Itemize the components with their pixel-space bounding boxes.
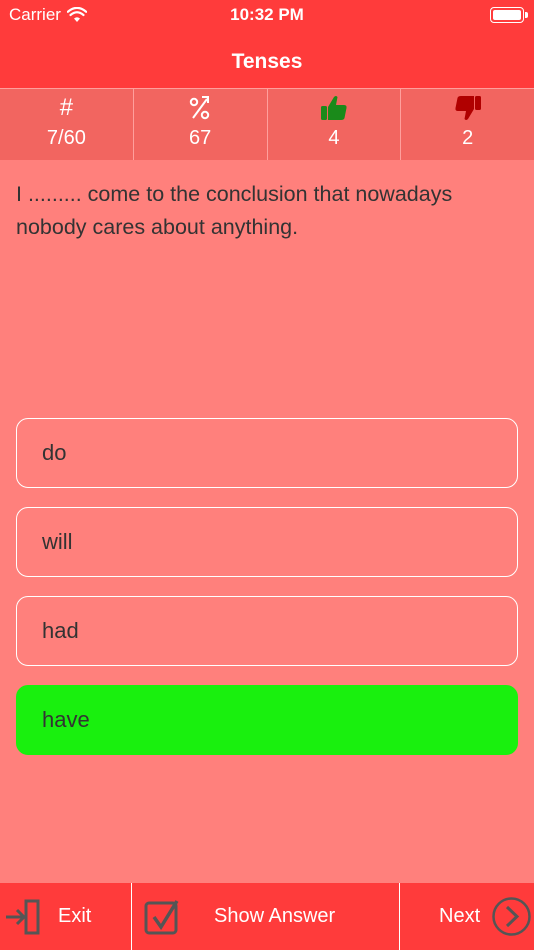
stat-question-count-value: 7/60 bbox=[46, 127, 86, 149]
answer-label: will bbox=[42, 529, 73, 554]
exit-button[interactable]: Exit bbox=[0, 883, 131, 950]
stats-bar: # 7/60 67 4 2 bbox=[0, 88, 534, 160]
thumbs-up-icon bbox=[268, 89, 401, 123]
chevron-right-circle-icon bbox=[492, 897, 531, 936]
battery-icon bbox=[490, 7, 528, 23]
stat-wrong: 2 bbox=[401, 88, 534, 160]
answer-label: had bbox=[42, 618, 79, 643]
answer-option-will[interactable]: will bbox=[16, 507, 518, 577]
checkbox-icon bbox=[144, 900, 179, 935]
stat-percent: 67 bbox=[133, 88, 268, 160]
stat-question-count: # 7/60 bbox=[0, 88, 134, 160]
percent-icon bbox=[134, 89, 267, 123]
status-time: 10:32 PM bbox=[230, 5, 304, 24]
answer-label: have bbox=[42, 707, 90, 732]
next-button[interactable]: Next bbox=[400, 883, 534, 950]
exit-label: Exit bbox=[58, 905, 92, 927]
stat-percent-value: 67 bbox=[189, 127, 212, 149]
stat-correct-value: 4 bbox=[328, 127, 340, 149]
answer-option-had[interactable]: had bbox=[16, 596, 518, 666]
bottom-toolbar: Exit Show Answer Next bbox=[0, 883, 534, 950]
answer-option-have[interactable]: have bbox=[16, 685, 518, 755]
answer-option-do[interactable]: do bbox=[16, 418, 518, 488]
answer-label: do bbox=[42, 440, 67, 465]
thumbs-down-icon bbox=[401, 89, 534, 123]
status-bar: Carrier 10:32 PM bbox=[0, 0, 534, 30]
show-answer-label: Show Answer bbox=[214, 905, 336, 927]
exit-icon bbox=[6, 899, 40, 935]
hash-icon: # bbox=[59, 94, 74, 121]
quiz-screen: Carrier 10:32 PM Tenses # 7/60 67 4 2 I … bbox=[0, 0, 534, 950]
show-answer-button[interactable]: Show Answer bbox=[132, 883, 399, 950]
top-bar: Carrier 10:32 PM Tenses bbox=[0, 0, 534, 88]
page-title: Tenses bbox=[231, 50, 303, 73]
stat-wrong-value: 2 bbox=[462, 127, 474, 149]
question-text: I ......... come to the conclusion that … bbox=[16, 182, 453, 239]
stat-correct: 4 bbox=[267, 88, 402, 160]
next-label: Next bbox=[439, 905, 481, 927]
